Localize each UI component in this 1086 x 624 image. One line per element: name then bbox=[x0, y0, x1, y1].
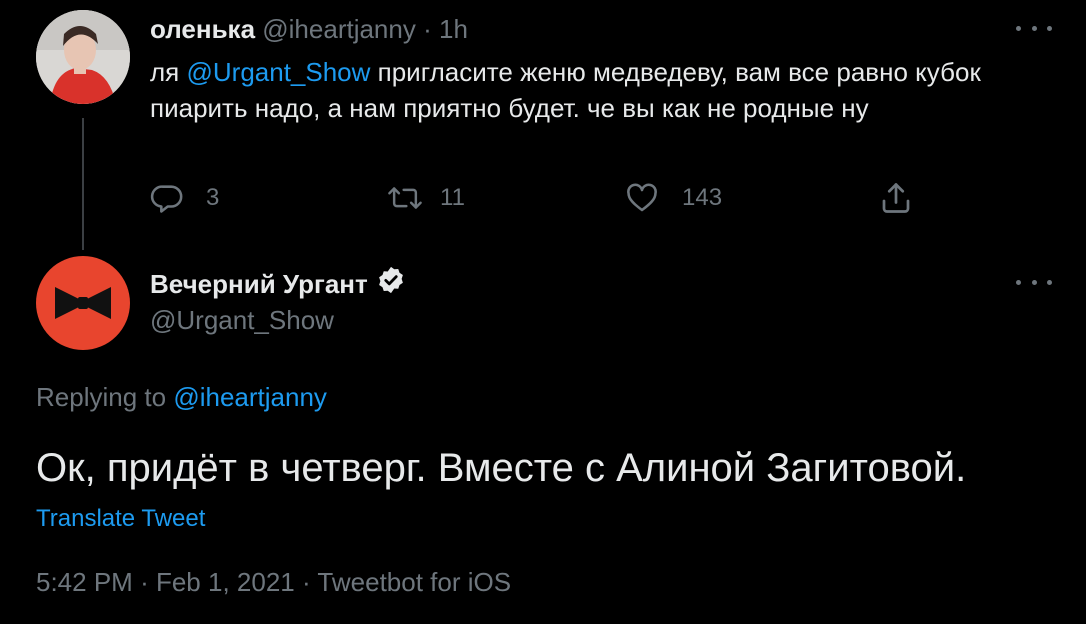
main-avatar[interactable] bbox=[36, 256, 130, 350]
share-icon bbox=[882, 183, 910, 213]
translate-tweet-link[interactable]: Translate Tweet bbox=[36, 502, 205, 536]
main-author: Вечерний Ургант bbox=[150, 266, 406, 302]
retweet-count: 11 bbox=[440, 184, 465, 211]
main-more-options-icon[interactable] bbox=[1016, 272, 1052, 292]
parent-mention-link[interactable]: @Urgant_Show bbox=[186, 57, 370, 87]
user-avatar-photo bbox=[36, 10, 130, 104]
replying-label: Replying to bbox=[36, 382, 167, 412]
reply-action[interactable]: 3 bbox=[150, 178, 219, 218]
thread-connector-line bbox=[82, 118, 84, 250]
like-count: 143 bbox=[682, 184, 723, 211]
parent-text-prefix: ля bbox=[150, 57, 187, 87]
reply-icon bbox=[150, 185, 183, 213]
meta-separator: · bbox=[140, 567, 149, 597]
header-separator: · bbox=[423, 14, 432, 44]
main-display-name[interactable]: Вечерний Ургант bbox=[150, 266, 368, 302]
replying-to-mention[interactable]: @iheartjanny bbox=[173, 382, 327, 412]
share-action[interactable] bbox=[878, 178, 914, 218]
tweet-date[interactable]: Feb 1, 2021 bbox=[156, 567, 295, 597]
bow-tie-logo bbox=[55, 287, 111, 319]
parent-display-name[interactable]: оленька bbox=[150, 14, 255, 44]
parent-avatar[interactable] bbox=[36, 10, 130, 104]
replying-to-line: Replying to @iheartjanny bbox=[36, 378, 327, 416]
main-tweet-text: Ок, придёт в четверг. Вместе с Алиной За… bbox=[36, 446, 967, 490]
retweet-action[interactable]: 11 bbox=[386, 178, 465, 218]
parent-handle[interactable]: @iheartjanny bbox=[262, 14, 416, 44]
tweet-time[interactable]: 5:42 PM bbox=[36, 567, 133, 597]
retweet-icon bbox=[388, 187, 422, 209]
meta-separator: · bbox=[301, 567, 311, 597]
parent-tweet-text: ля @Urgant_Show пригласите женю медведев… bbox=[150, 54, 1050, 126]
parent-tweet-header: оленька @iheartjanny · 1h bbox=[150, 12, 468, 46]
tweet-meta-line: 5:42 PM · Feb 1, 2021 · Tweetbot for iOS bbox=[36, 564, 511, 600]
parent-timestamp[interactable]: 1h bbox=[439, 14, 468, 44]
parent-more-options-icon[interactable] bbox=[1016, 18, 1052, 38]
heart-icon bbox=[627, 183, 657, 212]
reply-count: 3 bbox=[206, 184, 220, 211]
main-handle[interactable]: @Urgant_Show bbox=[150, 302, 334, 338]
like-action[interactable]: 143 bbox=[624, 178, 722, 218]
tweet-source[interactable]: Tweetbot for iOS bbox=[317, 567, 511, 597]
verified-badge-icon bbox=[376, 265, 406, 304]
